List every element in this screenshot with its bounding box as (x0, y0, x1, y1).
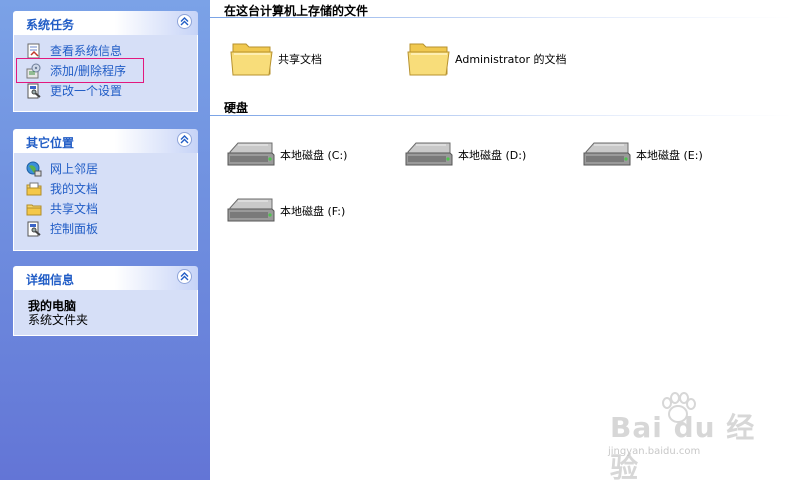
administrator-documents-folder[interactable]: Administrator 的文档 (407, 38, 567, 81)
drive-c[interactable]: 本地磁盘 (C:) (226, 140, 347, 171)
drive-e-label: 本地磁盘 (E:) (636, 149, 703, 162)
drives-group-header: 硬盘 (224, 101, 249, 115)
network-places-icon (26, 161, 42, 177)
system-tasks-panel: 系统任务 查看系统信息 添加/删除程序 更改一个设置 (13, 11, 198, 112)
hard-drive-icon (404, 140, 454, 171)
task-pane: 系统任务 查看系统信息 添加/删除程序 更改一个设置 其它位置 网上邻居 我的文… (0, 0, 210, 480)
shared-documents-folder-label: 共享文档 (278, 53, 322, 66)
hard-drive-icon (226, 140, 276, 171)
shared-documents-icon (26, 201, 42, 217)
other-places-header[interactable]: 其它位置 (13, 129, 198, 153)
change-setting-icon (26, 83, 42, 99)
shared-documents-label: 共享文档 (50, 202, 99, 216)
network-places-link[interactable]: 网上邻居 (14, 159, 197, 179)
other-places-title: 其它位置 (26, 136, 75, 150)
shared-documents-folder[interactable]: 共享文档 (230, 38, 322, 81)
system-tasks-title: 系统任务 (26, 18, 75, 32)
system-tasks-header[interactable]: 系统任务 (13, 11, 198, 35)
drive-f[interactable]: 本地磁盘 (F:) (226, 196, 345, 227)
collapse-icon[interactable] (177, 269, 192, 284)
my-documents-icon (26, 181, 42, 197)
collapse-icon[interactable] (177, 132, 192, 147)
control-panel-link[interactable]: 控制面板 (14, 219, 197, 239)
network-places-label: 网上邻居 (50, 162, 99, 176)
add-remove-programs-link[interactable]: 添加/删除程序 (14, 58, 197, 83)
control-panel-label: 控制面板 (50, 222, 99, 236)
drive-d-label: 本地磁盘 (D:) (458, 149, 527, 162)
hard-drive-icon (582, 140, 632, 171)
details-panel: 详细信息 我的电脑 系统文件夹 (13, 266, 198, 336)
files-group-divider (210, 17, 792, 18)
folder-icon (230, 38, 274, 81)
change-setting-label: 更改一个设置 (50, 84, 123, 98)
other-places-panel: 其它位置 网上邻居 我的文档 共享文档 控制面板 (13, 129, 198, 251)
details-name: 我的电脑 (28, 299, 77, 313)
details-type: 系统文件夹 (28, 313, 89, 327)
watermark-url: jingyan.baidu.com (608, 446, 701, 457)
shared-documents-link[interactable]: 共享文档 (14, 199, 197, 219)
details-header[interactable]: 详细信息 (13, 266, 198, 290)
system-info-icon (26, 43, 42, 59)
my-documents-label: 我的文档 (50, 182, 99, 196)
my-documents-link[interactable]: 我的文档 (14, 179, 197, 199)
change-setting-link[interactable]: 更改一个设置 (14, 81, 197, 101)
folder-icon (407, 38, 451, 81)
baidu-watermark: Bai du 经验 jingyan.baidu.com (580, 392, 780, 484)
details-title: 详细信息 (26, 273, 75, 287)
drives-group-divider (210, 115, 792, 116)
view-system-info-label: 查看系统信息 (50, 44, 123, 58)
administrator-documents-folder-label: Administrator 的文档 (455, 53, 567, 66)
control-panel-icon (26, 221, 42, 237)
drive-f-label: 本地磁盘 (F:) (280, 205, 346, 218)
drive-e[interactable]: 本地磁盘 (E:) (582, 140, 703, 171)
hard-drive-icon (226, 196, 276, 227)
add-remove-programs-icon (26, 63, 42, 79)
collapse-icon[interactable] (177, 14, 192, 29)
drive-c-label: 本地磁盘 (C:) (280, 149, 348, 162)
drive-d[interactable]: 本地磁盘 (D:) (404, 140, 526, 171)
